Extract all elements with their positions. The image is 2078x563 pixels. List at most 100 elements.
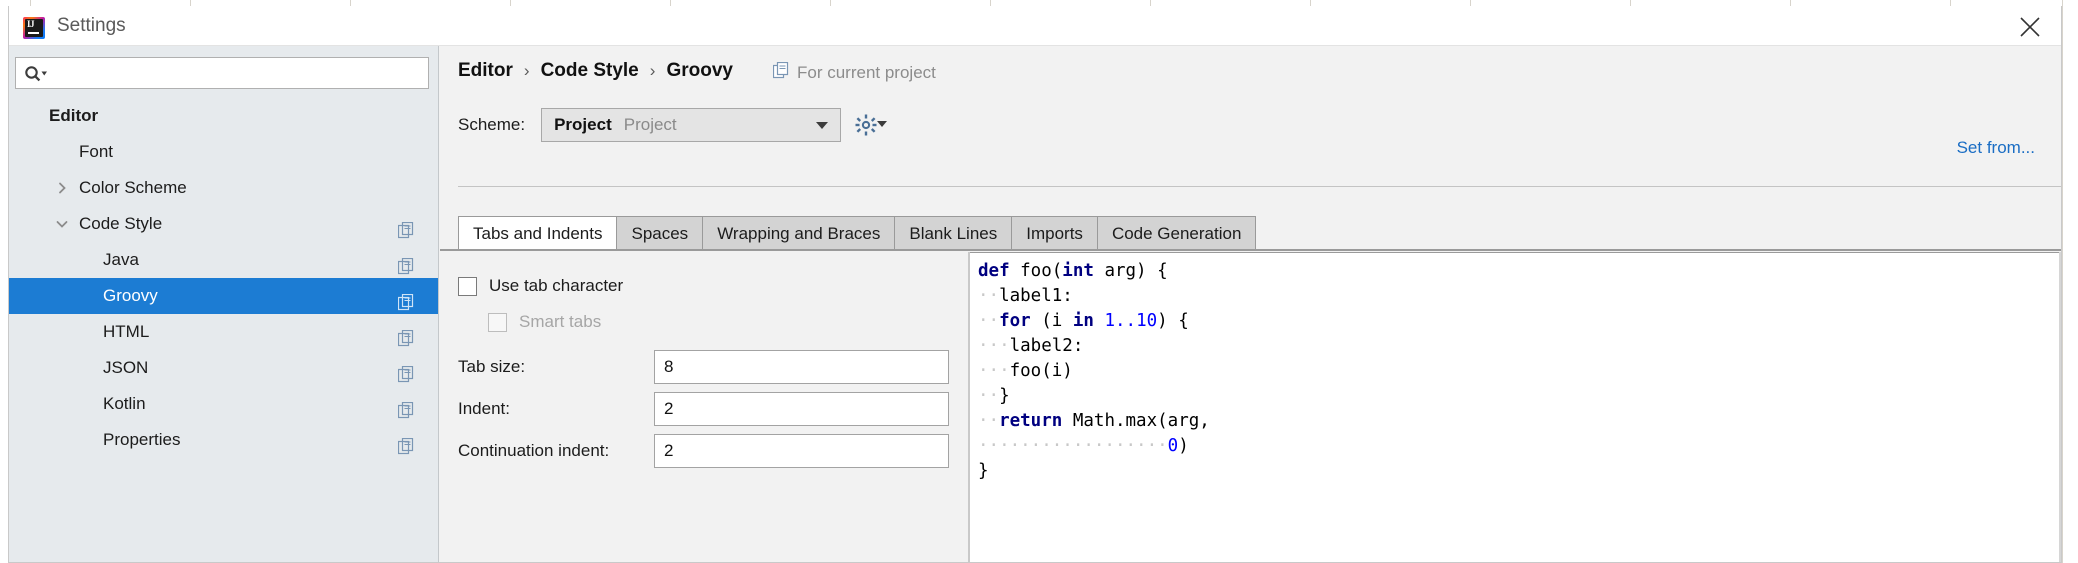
settings-tabs: Tabs and IndentsSpacesWrapping and Brace…	[458, 216, 1256, 250]
continuation-indent-label: Continuation indent:	[458, 441, 654, 461]
smart-tabs-checkbox[interactable]	[488, 313, 507, 332]
preview-right-edge	[2059, 252, 2061, 562]
code-text: foo(	[1010, 261, 1063, 281]
code-line: }	[978, 459, 1210, 484]
code-keyword: in	[1073, 311, 1094, 331]
scheme-value-secondary: Project	[624, 115, 677, 135]
scheme-row: Scheme: Project Project	[458, 108, 889, 142]
use-tab-character-checkbox[interactable]	[458, 277, 477, 296]
code-keyword: return	[999, 411, 1062, 431]
whitespace-dots: ··	[978, 386, 999, 406]
sidebar-item-font[interactable]: Font	[9, 134, 438, 170]
sidebar-item-label: Code Style	[79, 206, 162, 242]
breadcrumb-item-editor[interactable]: Editor	[458, 60, 513, 82]
for-current-project-label: For current project	[797, 63, 936, 83]
sidebar-item-code-style[interactable]: Code Style	[9, 206, 438, 242]
sidebar-item-java[interactable]: Java	[9, 242, 438, 278]
chevron-right-icon[interactable]	[53, 170, 71, 206]
close-icon	[2020, 17, 2040, 37]
whitespace-dots: ···	[978, 336, 1010, 356]
use-tab-character-checkbox-row[interactable]: Use tab character	[458, 276, 623, 296]
sidebar-item-editor[interactable]: Editor	[9, 98, 438, 134]
whitespace-dots: ···	[978, 361, 1010, 381]
gear-icon	[855, 114, 877, 136]
intellij-idea-logo-icon	[23, 17, 45, 39]
scheme-value-primary: Project	[554, 115, 612, 135]
sidebar-item-label: Editor	[49, 98, 98, 134]
sidebar-item-label: Properties	[103, 422, 180, 458]
sidebar-item-groovy[interactable]: Groovy	[9, 278, 438, 314]
tab-wrapping-and-braces[interactable]: Wrapping and Braces	[702, 216, 894, 250]
for-current-project-link[interactable]: For current project	[773, 62, 936, 84]
sidebar-item-properties[interactable]: Properties	[9, 422, 438, 458]
tab-blank-lines[interactable]: Blank Lines	[894, 216, 1011, 250]
settings-tree: EditorFontColor SchemeCode StyleJavaGroo…	[9, 98, 438, 562]
code-keyword: for	[999, 311, 1031, 331]
sidebar-item-html[interactable]: HTML	[9, 314, 438, 350]
code-text: }	[999, 386, 1010, 406]
sidebar-item-kotlin[interactable]: Kotlin	[9, 386, 438, 422]
continuation-indent-input[interactable]	[654, 434, 949, 468]
code-keyword: def	[978, 261, 1010, 281]
indent-input[interactable]	[654, 392, 949, 426]
close-button[interactable]	[1999, 6, 2061, 46]
tab-imports[interactable]: Imports	[1011, 216, 1097, 250]
sidebar-item-label: Java	[103, 242, 139, 278]
code-line: ··for (i in 1..10) {	[978, 309, 1210, 334]
code-line: ··}	[978, 384, 1210, 409]
sidebar-item-json[interactable]: JSON	[9, 350, 438, 386]
code-text: foo(i)	[1010, 361, 1073, 381]
scheme-settings-button[interactable]	[855, 112, 889, 138]
tab-size-label: Tab size:	[458, 357, 654, 377]
code-text: ) {	[1157, 311, 1189, 331]
screenshot-root: Settings	[0, 0, 2078, 563]
scheme-dropdown[interactable]: Project Project	[541, 108, 841, 142]
tab-size-row: Tab size:	[458, 350, 949, 384]
chevron-down-icon[interactable]	[53, 206, 71, 242]
dialog-title: Settings	[57, 15, 126, 37]
code-line: ··label1:	[978, 284, 1210, 309]
breadcrumb-item-code-style[interactable]: Code Style	[541, 60, 639, 82]
whitespace-dots: ··	[978, 411, 999, 431]
code-preview-pane[interactable]: def foo(int arg) {··label1:··for (i in 1…	[970, 252, 2061, 562]
breadcrumb: Editor›Code Style›Groovy	[458, 60, 733, 82]
code-line: ··return Math.max(arg,	[978, 409, 1210, 434]
code-text: label2:	[1010, 336, 1084, 356]
copy-icon	[773, 62, 789, 84]
copy-icon[interactable]	[398, 432, 414, 468]
code-text: Math.max(arg,	[1062, 411, 1210, 431]
sidebar-item-color-scheme[interactable]: Color Scheme	[9, 170, 438, 206]
whitespace-dots: ··················	[978, 436, 1168, 456]
chevron-down-icon	[877, 121, 887, 127]
desktop-backdrop-left	[0, 0, 8, 563]
set-from-link[interactable]: Set from...	[1957, 138, 2035, 158]
sidebar-item-label: JSON	[103, 350, 148, 386]
code-text: label1:	[999, 286, 1073, 306]
sidebar-item-label: Groovy	[103, 278, 158, 314]
tab-code-generation[interactable]: Code Generation	[1097, 216, 1256, 250]
search-icon	[24, 65, 48, 88]
scheme-label: Scheme:	[458, 115, 525, 135]
dialog-body: EditorFontColor SchemeCode StyleJavaGroo…	[9, 46, 2061, 562]
indent-label: Indent:	[458, 399, 654, 419]
tab-spaces[interactable]: Spaces	[616, 216, 702, 250]
code-line: ···foo(i)	[978, 359, 1210, 384]
search-field-wrapper[interactable]	[15, 57, 429, 89]
code-line: def foo(int arg) {	[978, 259, 1210, 284]
tab-tabs-and-indents[interactable]: Tabs and Indents	[458, 216, 616, 250]
settings-content-panel: Editor›Code Style›Groovy For current pro…	[440, 46, 2061, 562]
code-text: arg) {	[1094, 261, 1168, 281]
code-number: 0	[1168, 436, 1179, 456]
sidebar-item-label: Color Scheme	[79, 170, 187, 206]
tab-size-input[interactable]	[654, 350, 949, 384]
smart-tabs-checkbox-row[interactable]: Smart tabs	[488, 312, 601, 332]
settings-dialog: Settings	[8, 6, 2062, 563]
desktop-backdrop-right	[2062, 0, 2078, 563]
divider	[458, 186, 2061, 187]
search-input[interactable]	[56, 58, 424, 88]
continuation-indent-row: Continuation indent:	[458, 434, 949, 468]
code-preview-text: def foo(int arg) {··label1:··for (i in 1…	[978, 259, 1210, 484]
dialog-titlebar: Settings	[9, 6, 2061, 46]
code-text: }	[978, 461, 989, 481]
breadcrumb-item-groovy[interactable]: Groovy	[666, 60, 733, 82]
